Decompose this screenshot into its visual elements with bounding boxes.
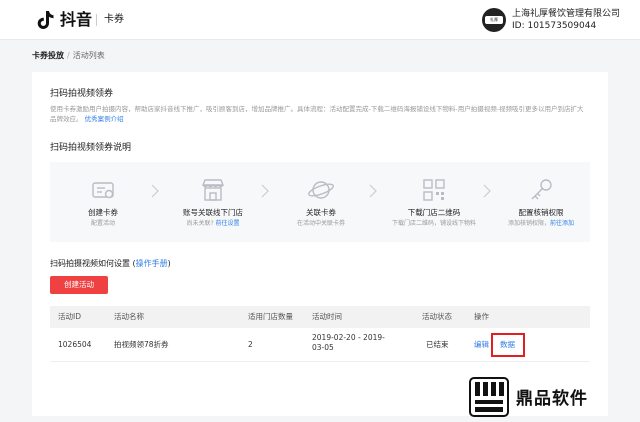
steps-panel: 创建卡券 配置活动 账号关联线下门店 尚未关联? 前往设置 关联卡券 在活动中关…	[50, 162, 590, 242]
column-header: 操作	[474, 312, 489, 321]
step-subtitle: 尚未关联? 前往设置	[168, 219, 258, 228]
step-title: 配置核销权限	[518, 208, 564, 217]
chevron-right-icon	[369, 184, 377, 198]
intro-description: 使用卡券激励用户拍摄内容，帮助店家抖音线下推广，吸引顾客到店，增加品牌推广。具体…	[50, 104, 590, 124]
case-intro-link[interactable]: 优秀案例介绍	[85, 115, 124, 123]
app-name[interactable]: 抖音	[60, 9, 92, 31]
table-row: 1026504 拍视频领78折券 2 2019-02-20 - 2019-03-…	[50, 328, 590, 362]
howto-text: 扫码拍摄视频如何设置	[50, 259, 130, 268]
step-configure-permission: 配置核销权限 添加核销权限，前往添加	[496, 176, 586, 236]
company-name: 上海礼厚餐饮管理有限公司	[512, 9, 621, 19]
step-title: 创建卡券	[88, 208, 118, 217]
howto-setting: 扫码拍摄视频如何设置 (操作手册)	[50, 259, 171, 268]
store-icon	[201, 179, 225, 201]
account-id: ID: 101573509044	[512, 21, 597, 31]
go-add-link[interactable]: 前往添加	[550, 220, 574, 227]
highlight-box	[491, 333, 525, 357]
watermark: 鼎品软件	[468, 374, 640, 418]
column-header: 活动ID	[58, 312, 81, 321]
step-subtitle-text: 在活动中关联卡券	[296, 220, 345, 227]
go-settings-link[interactable]: 前往设置	[216, 220, 240, 227]
edit-link-text[interactable]: 编辑	[474, 340, 489, 349]
edit-link[interactable]: 编辑	[474, 340, 489, 350]
activity-id: 1026504	[58, 340, 92, 349]
step-subtitle-text: 下载门店二维码，铺设线下物料	[391, 220, 476, 227]
activity-time: 2019-02-20 - 2019-03-05	[312, 333, 385, 352]
intro-title: 扫码拍视频领券	[50, 89, 114, 99]
watermark-text: 鼎品软件	[516, 389, 588, 409]
step-subtitle: 添加核销权限，前往添加	[496, 219, 586, 228]
table-header: 活动ID 活动名称 适用门店数量 活动时间 活动状态 操作	[50, 306, 590, 328]
column-header: 适用门店数量	[248, 312, 293, 321]
top-bar: 抖音 卡券 礼厚 上海礼厚餐饮管理有限公司 ID: 101573509044	[0, 0, 640, 40]
coupon-icon	[92, 182, 114, 199]
column-header: 活动名称	[114, 312, 144, 321]
intro-description-text: 使用卡券激励用户拍摄内容，帮助店家抖音线下推广，吸引顾客到店，增加品牌推广。具体…	[50, 105, 584, 123]
avatar[interactable]: 礼厚	[482, 8, 506, 32]
step-subtitle-text: 添加核销权限，	[507, 220, 550, 227]
douyin-logo-icon[interactable]	[34, 9, 56, 31]
steps-title: 扫码拍视频领券说明	[50, 143, 132, 153]
column-header: 活动时间	[312, 312, 342, 321]
qrcode-icon	[423, 179, 445, 201]
key-icon	[531, 179, 552, 200]
step-download-qrcode: 下载门店二维码 下载门店二维码，铺设线下物料	[384, 176, 484, 236]
activity-name: 拍视频领78折券	[114, 340, 169, 349]
step-link-coupon: 关联卡券 在活动中关联卡券	[276, 176, 366, 236]
breadcrumb-activity-list: 活动列表	[72, 51, 105, 60]
step-create-coupon: 创建卡券 配置活动	[58, 176, 148, 236]
step-subtitle-text: 配置活动	[90, 220, 115, 227]
header-divider	[96, 14, 97, 26]
chevron-right-icon	[261, 184, 269, 198]
main-card: 扫码拍视频领券 使用卡券激励用户拍摄内容，帮助店家抖音线下推广，吸引顾客到店，增…	[32, 72, 608, 416]
step-title: 账号关联线下门店	[183, 208, 243, 217]
step-title: 关联卡券	[306, 208, 336, 217]
step-subtitle: 配置活动	[58, 219, 148, 228]
status-badge: 已结束	[426, 340, 449, 349]
step-title: 下载门店二维码	[407, 208, 461, 217]
breadcrumb-coupon-delivery[interactable]: 卡券投放	[32, 51, 64, 60]
step-subtitle-text: 尚未关联?	[186, 220, 214, 227]
create-activity-button[interactable]: 创建活动	[50, 276, 108, 294]
product-name: 卡券	[104, 14, 124, 25]
column-header: 活动状态	[422, 312, 452, 321]
chevron-right-icon	[483, 184, 491, 198]
chevron-right-icon	[151, 184, 159, 198]
step-subtitle: 下载门店二维码，铺设线下物料	[384, 219, 484, 228]
step-subtitle: 在活动中关联卡券	[276, 219, 366, 228]
manual-link[interactable]: 操作手册	[136, 259, 168, 268]
avatar-text: 礼厚	[485, 16, 503, 24]
breadcrumb: 卡券投放 / 活动列表	[32, 50, 105, 62]
planet-link-icon	[308, 181, 334, 199]
breadcrumb-separator: /	[67, 51, 70, 60]
step-link-store: 账号关联线下门店 尚未关联? 前往设置	[168, 176, 258, 236]
watermark-logo-icon	[469, 377, 509, 417]
activity-table: 活动ID 活动名称 适用门店数量 活动时间 活动状态 操作 1026504 拍视…	[50, 306, 590, 362]
store-count: 2	[248, 340, 253, 349]
